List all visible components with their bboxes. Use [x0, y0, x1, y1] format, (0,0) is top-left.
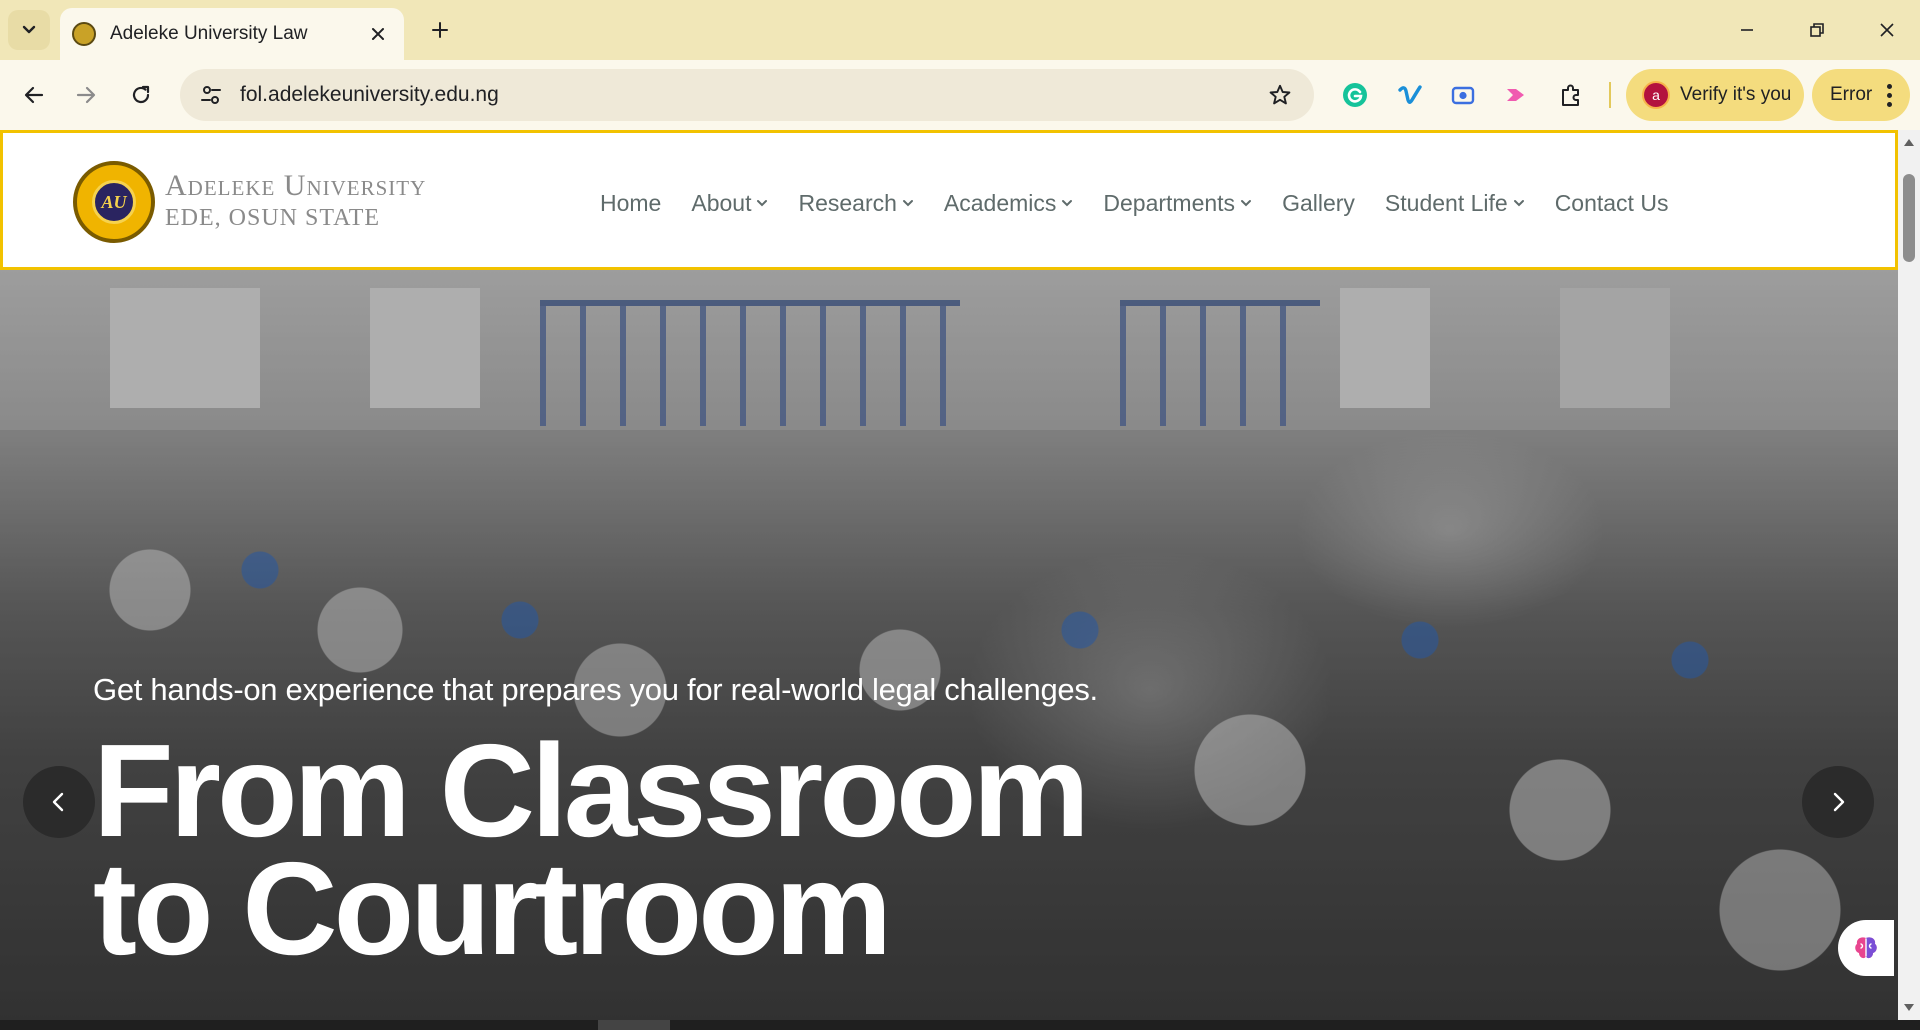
restore-button[interactable]: [1792, 10, 1842, 50]
hero-title: From Classroom to Courtroom: [93, 717, 1393, 982]
plus-icon: [432, 22, 448, 38]
video-arrow-icon: [1507, 89, 1524, 101]
tab-favicon-icon: [72, 22, 96, 46]
site-info-button[interactable]: [194, 78, 228, 112]
chevron-left-icon: [52, 792, 64, 812]
screen-recorder-icon: [1451, 86, 1475, 105]
url-text[interactable]: fol.adelekeuniversity.edu.ng: [240, 83, 1260, 107]
video-extension-button[interactable]: [1496, 75, 1536, 115]
brain-icon: [1855, 937, 1877, 959]
nav-departments[interactable]: Departments: [1103, 190, 1252, 217]
chevron-down-icon: [1241, 200, 1252, 207]
more-vertical-icon: [1886, 83, 1892, 107]
nav-label: Academics: [943, 189, 1057, 216]
triangle-down-icon: [1904, 1004, 1914, 1011]
nav-contact-us[interactable]: Contact Us: [1555, 190, 1669, 217]
new-tab-button[interactable]: [424, 14, 456, 46]
grammarly-extension-button[interactable]: [1335, 75, 1375, 115]
nav-label: Departments: [1103, 189, 1236, 216]
arrow-right-icon: [76, 86, 96, 104]
browser-window: Adeleke University Law fol.adelekeuniver…: [0, 0, 1920, 1030]
hero-subtitle: Get hands-on experience that prepares yo…: [93, 672, 1098, 707]
screen-recorder-extension-button[interactable]: [1443, 75, 1483, 115]
chevron-down-icon: [902, 200, 913, 207]
vimeo-extension-button[interactable]: [1390, 75, 1430, 115]
profile-verify-chip[interactable]: a Verify it's you: [1626, 69, 1804, 121]
hero-title-line: From Classroom: [93, 717, 1090, 864]
nav-label: Gallery: [1282, 189, 1355, 216]
university-logo[interactable]: AU: [73, 161, 155, 243]
close-icon: [372, 28, 384, 40]
chevron-down-icon: [1062, 200, 1073, 207]
hero-title-line: to Courtroom: [93, 835, 892, 982]
floating-assistant-button[interactable]: [1838, 920, 1894, 976]
browser-toolbar: fol.adelekeuniversity.edu.ng a Verify it…: [0, 60, 1920, 130]
tab-strip: Adeleke University Law: [0, 0, 1920, 60]
chevron-down-icon: [1513, 200, 1524, 207]
avatar: a: [1642, 81, 1670, 109]
tab-title: Adeleke University Law: [110, 23, 308, 44]
bookmark-button[interactable]: [1260, 75, 1300, 115]
tab-list-button[interactable]: [8, 10, 50, 50]
toolbar-divider: [1609, 82, 1611, 108]
tune-icon: [201, 86, 221, 104]
vertical-scrollbar[interactable]: [1898, 130, 1920, 1020]
nav-label: Student Life: [1384, 189, 1508, 216]
logo-location: EDE, OSUN STATE: [165, 205, 381, 231]
star-icon: [1269, 84, 1291, 105]
horizontal-scrollbar-thumb[interactable]: [598, 1020, 670, 1030]
hero-slider: Get hands-on experience that prepares yo…: [0, 270, 1898, 1020]
forward-button[interactable]: [66, 75, 106, 115]
minimize-icon: [1741, 29, 1753, 31]
chevron-down-icon: [22, 25, 36, 34]
back-button[interactable]: [14, 75, 54, 115]
logo-name[interactable]: Adeleke University: [165, 169, 426, 203]
nav-label: About: [691, 189, 752, 216]
horizontal-scrollbar[interactable]: [0, 1020, 1920, 1030]
puzzle-icon: [1562, 84, 1579, 106]
minimize-button[interactable]: [1722, 10, 1772, 50]
close-window-button[interactable]: [1862, 10, 1912, 50]
scroll-up-button[interactable]: [1898, 132, 1920, 152]
restore-icon: [1810, 23, 1824, 37]
nav-label: Contact Us: [1554, 189, 1669, 216]
reload-button[interactable]: [121, 75, 161, 115]
main-navigation: Home About Research Academics Department…: [600, 185, 1668, 221]
vimeo-icon: [1398, 85, 1422, 104]
error-menu-chip[interactable]: Error: [1812, 69, 1910, 121]
nav-academics[interactable]: Academics: [944, 190, 1073, 217]
nav-home[interactable]: Home: [600, 190, 661, 217]
triangle-up-icon: [1904, 139, 1914, 146]
reload-icon: [132, 85, 150, 104]
nav-about[interactable]: About: [691, 190, 768, 217]
active-tab[interactable]: Adeleke University Law: [60, 8, 404, 60]
nav-label: Home: [600, 189, 662, 216]
close-icon: [1880, 23, 1894, 37]
slider-prev-button[interactable]: [23, 766, 95, 838]
nav-research[interactable]: Research: [798, 190, 913, 217]
extensions-button[interactable]: [1551, 75, 1591, 115]
verify-label: Verify it's you: [1680, 84, 1792, 105]
slider-next-button[interactable]: [1802, 766, 1874, 838]
nav-student-life[interactable]: Student Life: [1385, 190, 1525, 217]
arrow-left-icon: [24, 86, 44, 104]
chevron-right-icon: [1833, 792, 1845, 812]
close-tab-button[interactable]: [364, 20, 392, 48]
address-bar[interactable]: fol.adelekeuniversity.edu.ng: [180, 69, 1314, 121]
nav-label: Research: [798, 189, 897, 216]
logo-monogram: AU: [92, 180, 136, 224]
chevron-down-icon: [757, 200, 768, 207]
site-header: AU Adeleke University EDE, OSUN STATE Ho…: [0, 130, 1898, 270]
nav-gallery[interactable]: Gallery: [1282, 190, 1355, 217]
page-viewport: AU Adeleke University EDE, OSUN STATE Ho…: [0, 130, 1898, 1020]
scroll-down-button[interactable]: [1898, 998, 1920, 1018]
error-label: Error: [1830, 84, 1873, 105]
grammarly-icon: [1343, 83, 1367, 107]
scrollbar-thumb[interactable]: [1903, 174, 1915, 262]
